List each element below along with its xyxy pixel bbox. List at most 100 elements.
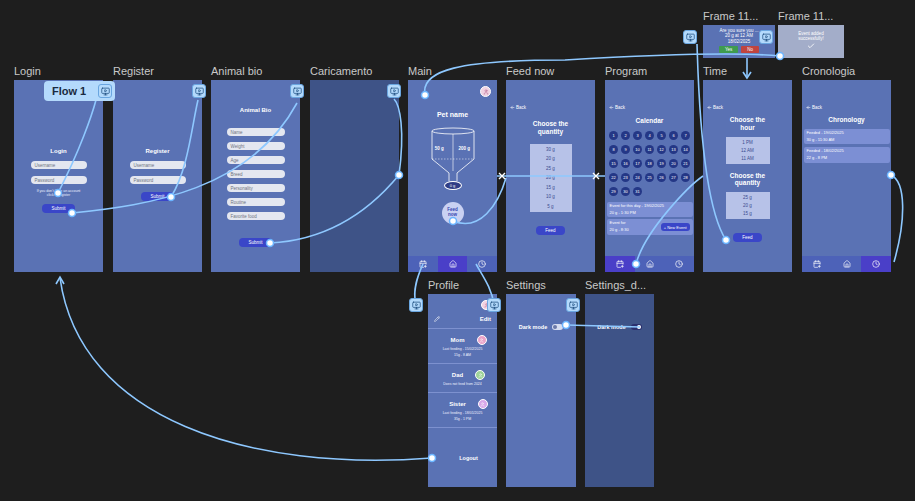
dark-mode-toggle[interactable] [552,324,563,330]
text-field[interactable]: Routine [227,198,285,206]
text-field[interactable]: Weight [227,142,285,150]
calendar-day[interactable]: 1 [609,131,618,140]
option-item[interactable]: 20 g [546,156,555,161]
connection-handle[interactable] [723,237,730,244]
calendar-day[interactable]: 18 [645,159,654,168]
option-item[interactable]: 20 g [546,175,555,180]
profile-avatar[interactable] [480,86,491,97]
event-card[interactable]: Event for this day - 19/02/202520 g - 1:… [607,202,693,218]
connection-handle[interactable] [450,218,457,225]
family-member[interactable]: DadDoes not feed from 2024 [428,364,497,393]
text-field[interactable]: Age [227,156,285,164]
calendar-day[interactable]: 21 [681,159,690,168]
flow-start-badge[interactable] [192,84,206,98]
flow-start-badge[interactable] [487,298,501,312]
calendar-day[interactable]: 8 [609,145,618,154]
register-hint[interactable]: If you don't have an account click to re… [35,189,83,197]
calendar-day[interactable]: 7 [681,131,690,140]
text-field[interactable]: Name [227,128,285,136]
option-item[interactable]: 15 g [546,185,555,190]
calendar-day[interactable]: 9 [621,145,630,154]
back-link[interactable]: Back [802,80,822,110]
calendar-day[interactable]: 30 [621,187,630,196]
connection-handle[interactable] [396,172,403,179]
family-member[interactable]: MomLast feeding - 15/02/202515g - 8 AM [428,329,497,364]
option-item[interactable]: 25 g [546,166,555,171]
calendar-day[interactable]: 4 [645,131,654,140]
popup-button[interactable]: No [741,46,759,53]
connection-handle[interactable] [69,210,76,217]
connection-handle[interactable] [168,194,175,201]
calendar-day[interactable]: 25 [645,173,654,182]
popup-button[interactable]: Yes [719,46,738,53]
flow-start-badge[interactable] [683,30,697,44]
text-field[interactable]: Password [130,176,186,184]
connection-handle[interactable] [267,240,274,247]
nav-item[interactable] [802,256,832,272]
nav-item[interactable] [408,256,438,272]
flow-start-badge[interactable] [409,298,423,312]
calendar-day[interactable]: 29 [609,187,618,196]
calendar-day[interactable]: 2 [621,131,630,140]
calendar-day[interactable]: 22 [609,173,618,182]
back-link[interactable]: Back [703,80,723,110]
calendar-day[interactable]: 17 [633,159,642,168]
flow-label[interactable]: Flow 1 [44,81,115,101]
event-card[interactable]: Event for20 g - 8:30+ New Event [607,219,693,235]
calendar-day[interactable]: 12 [657,145,666,154]
flow-start-badge[interactable] [566,298,580,312]
text-field[interactable]: Password [31,176,87,184]
nav-item[interactable] [467,256,497,272]
nav-item[interactable] [605,256,635,272]
option-item[interactable]: 12 AM [741,148,754,153]
dark-mode-toggle[interactable] [631,324,642,330]
back-link[interactable]: Back [605,80,625,110]
connection-handle[interactable] [55,190,62,197]
nav-item[interactable] [438,256,468,272]
nav-item[interactable] [635,256,665,272]
calendar-day[interactable]: 27 [669,173,678,182]
calendar-day[interactable]: 26 [657,173,666,182]
flow-start-badge[interactable] [290,84,304,98]
calendar-day[interactable]: 28 [681,173,690,182]
feed-button[interactable]: Feed [536,226,564,235]
edit-row[interactable]: Edit [428,310,497,329]
nav-item[interactable] [832,256,862,272]
submit-button[interactable]: Submit [239,238,271,247]
calendar-day[interactable]: 3 [633,131,642,140]
calendar-day[interactable]: 15 [609,159,618,168]
option-item[interactable]: 25 g [743,195,752,200]
connection-handle[interactable] [429,455,436,462]
calendar-day[interactable]: 13 [669,145,678,154]
text-field[interactable]: Breed [227,170,285,178]
flow-start-badge[interactable] [387,84,401,98]
family-member[interactable]: SisterLast feeding - 18/01/202535g - 1 P… [428,393,497,428]
option-item[interactable]: 1 PM [742,140,753,145]
new-event-button[interactable]: + New Event [661,223,690,231]
text-field[interactable]: Personality [227,184,285,192]
calendar-day[interactable]: 19 [657,159,666,168]
option-item[interactable]: 20 g [743,203,752,208]
text-field[interactable]: Username [130,161,186,169]
text-field[interactable]: Favorite food [227,212,285,220]
submit-button[interactable]: Submit [42,204,74,213]
flow-start-badge[interactable] [759,30,773,44]
option-item[interactable]: 30 g [546,147,555,152]
calendar-day[interactable]: 5 [657,131,666,140]
option-item[interactable]: 11 AM [741,156,753,161]
feed-now-button[interactable]: Feed now [442,202,464,224]
calendar-day[interactable]: 6 [669,131,678,140]
nav-item[interactable] [664,256,694,272]
calendar-day[interactable]: 11 [645,145,654,154]
back-link[interactable]: Back [506,80,526,110]
text-field[interactable]: Username [31,161,87,169]
calendar-day[interactable]: 31 [633,187,642,196]
logout-button[interactable]: Logout [459,455,478,461]
calendar-day[interactable]: 16 [621,159,630,168]
connection-handle[interactable] [422,92,429,99]
calendar-day[interactable]: 23 [621,173,630,182]
option-item[interactable]: 5 g [547,204,553,209]
connection-handle[interactable] [633,261,640,268]
connection-handle[interactable] [888,172,895,179]
calendar-day[interactable]: 20 [669,159,678,168]
